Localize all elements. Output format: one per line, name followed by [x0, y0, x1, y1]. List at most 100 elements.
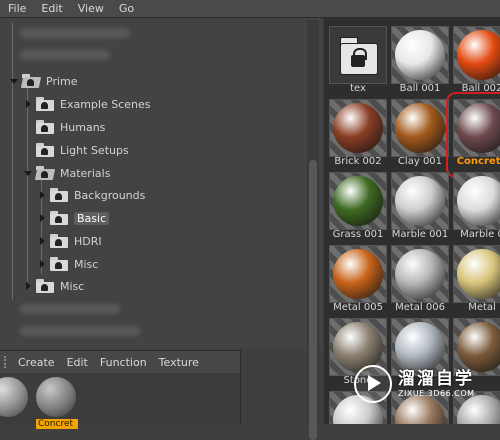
expand-arrow-icon[interactable]: [24, 281, 34, 291]
collapse-arrow-icon[interactable]: [24, 168, 34, 178]
collapse-arrow-icon[interactable]: [10, 76, 20, 86]
material-sphere-preview: [457, 30, 500, 80]
preset-item[interactable]: tex: [326, 22, 390, 96]
menu-texture[interactable]: Texture: [155, 354, 207, 371]
locked-folder-icon: [336, 33, 380, 75]
tree-item-misc-materials[interactable]: Misc: [38, 255, 98, 273]
preset-thumbnail: [453, 172, 500, 230]
preset-thumbnail: [329, 172, 387, 230]
content-browser-tree: Prime Example Scenes Humans Light Setups…: [0, 18, 322, 348]
preset-label: Brick 002: [334, 156, 382, 167]
tree-item-hdri[interactable]: HDRI: [38, 232, 102, 250]
locked-folder-icon: [50, 188, 68, 202]
material-sphere-preview: [333, 176, 383, 226]
menu-edit[interactable]: Edit: [63, 354, 96, 371]
material-manager: Create Edit Function Texture Concret: [0, 350, 241, 429]
tree-item-label: Materials: [60, 166, 111, 180]
expand-arrow-icon[interactable]: [38, 236, 48, 246]
watermark-url: ZIXUE.3D66.COM: [398, 389, 475, 398]
preset-item[interactable]: Clay 001: [388, 95, 452, 169]
preset-item[interactable]: Ball 001: [388, 22, 452, 96]
preset-thumbnail: [453, 99, 500, 157]
menu-create[interactable]: Create: [14, 354, 63, 371]
main-menubar: File Edit View Go: [0, 0, 500, 18]
tree-item-label: Backgrounds: [74, 188, 146, 202]
preset-item[interactable]: Grass 001: [326, 168, 390, 242]
watermark: 溜溜自学 ZIXUE.3D66.COM: [354, 364, 475, 404]
preset-label: Marble 001: [391, 229, 449, 240]
material-sphere-preview: [457, 249, 500, 299]
tree-item-label: Basic: [74, 211, 110, 225]
locked-folder-icon: [36, 97, 54, 111]
tree-item-label: Misc: [60, 279, 85, 293]
preset-thumbnail: [329, 26, 387, 84]
expand-arrow-icon[interactable]: [38, 213, 48, 223]
material-sphere-preview: [457, 176, 500, 226]
blurred-tree-item: [20, 28, 130, 38]
preset-label: Ball 002: [461, 83, 500, 94]
locked-folder-icon: [50, 211, 68, 225]
watermark-title: 溜溜自学: [398, 369, 474, 389]
tree-item-label: Example Scenes: [60, 97, 151, 111]
locked-folder-icon: [36, 120, 54, 134]
menu-view[interactable]: View: [70, 0, 111, 17]
expand-arrow-icon[interactable]: [38, 259, 48, 269]
tree-guide-line: [12, 22, 13, 300]
preset-thumbnail: [453, 26, 500, 84]
preset-item[interactable]: Metal 006: [388, 241, 452, 315]
tree-item-materials[interactable]: Materials: [24, 164, 110, 182]
menu-function[interactable]: Function: [96, 354, 155, 371]
preset-item[interactable]: Brick 002: [326, 95, 390, 169]
preset-label: Clay 001: [397, 156, 443, 167]
preset-item[interactable]: Concrete: [446, 92, 500, 178]
tree-item-humans[interactable]: Humans: [24, 118, 105, 136]
material-sphere-preview: [395, 176, 445, 226]
preset-thumbnail: [391, 26, 449, 84]
tree-scrollbar[interactable]: [307, 20, 319, 440]
panel-grip-icon[interactable]: [4, 356, 10, 368]
material-sphere-preview: [395, 249, 445, 299]
preset-item[interactable]: Marble 001: [388, 168, 452, 242]
play-logo-icon: [354, 365, 392, 403]
blurred-tree-item: [20, 304, 120, 314]
menu-file[interactable]: File: [0, 0, 33, 17]
preset-label: Metal 006: [395, 302, 445, 313]
preset-thumbnail: [391, 99, 449, 157]
preset-item[interactable]: Ball 002: [450, 22, 500, 96]
material-sphere-preview: [395, 103, 445, 153]
blurred-tree-item: [20, 326, 140, 336]
tree-item-backgrounds[interactable]: Backgrounds: [38, 186, 145, 204]
tree-item-label: Prime: [46, 74, 78, 88]
tree-item-basic[interactable]: Basic: [38, 209, 110, 227]
scrollbar-thumb[interactable]: [309, 160, 317, 440]
menu-go[interactable]: Go: [111, 0, 141, 17]
preset-thumbnail: [329, 245, 387, 303]
preset-item[interactable]: Metal 005: [326, 241, 390, 315]
material-name-label: Concret: [36, 419, 78, 429]
preset-label: Marble 0: [460, 229, 500, 240]
preset-label: Metal: [468, 302, 496, 313]
tree-item-prime[interactable]: Prime: [10, 72, 78, 90]
tree-item-example-scenes[interactable]: Example Scenes: [24, 95, 151, 113]
material-manager-menubar: Create Edit Function Texture: [0, 351, 240, 373]
locked-folder-icon: [50, 234, 68, 248]
preset-item[interactable]: Metal: [450, 241, 500, 315]
material-sphere-preview: [395, 30, 445, 80]
preset-thumbnail: [329, 99, 387, 157]
tree-item-misc[interactable]: Misc: [24, 277, 84, 295]
blurred-tree-item: [20, 50, 110, 60]
preset-thumbnail: [391, 172, 449, 230]
tree-item-label: Misc: [74, 257, 99, 271]
material-swatch-concrete[interactable]: [36, 377, 76, 417]
locked-folder-icon: [22, 74, 40, 88]
preset-item[interactable]: Marble 0: [450, 168, 500, 242]
menu-edit[interactable]: Edit: [33, 0, 69, 17]
tree-item-light-setups[interactable]: Light Setups: [24, 141, 129, 159]
preset-label: Metal 005: [333, 302, 383, 313]
preset-thumbnail: [453, 245, 500, 303]
expand-arrow-icon[interactable]: [24, 99, 34, 109]
expand-arrow-icon[interactable]: [38, 190, 48, 200]
locked-folder-icon: [36, 166, 54, 180]
preset-label: Ball 001: [399, 83, 441, 94]
material-swatch[interactable]: [0, 377, 28, 417]
